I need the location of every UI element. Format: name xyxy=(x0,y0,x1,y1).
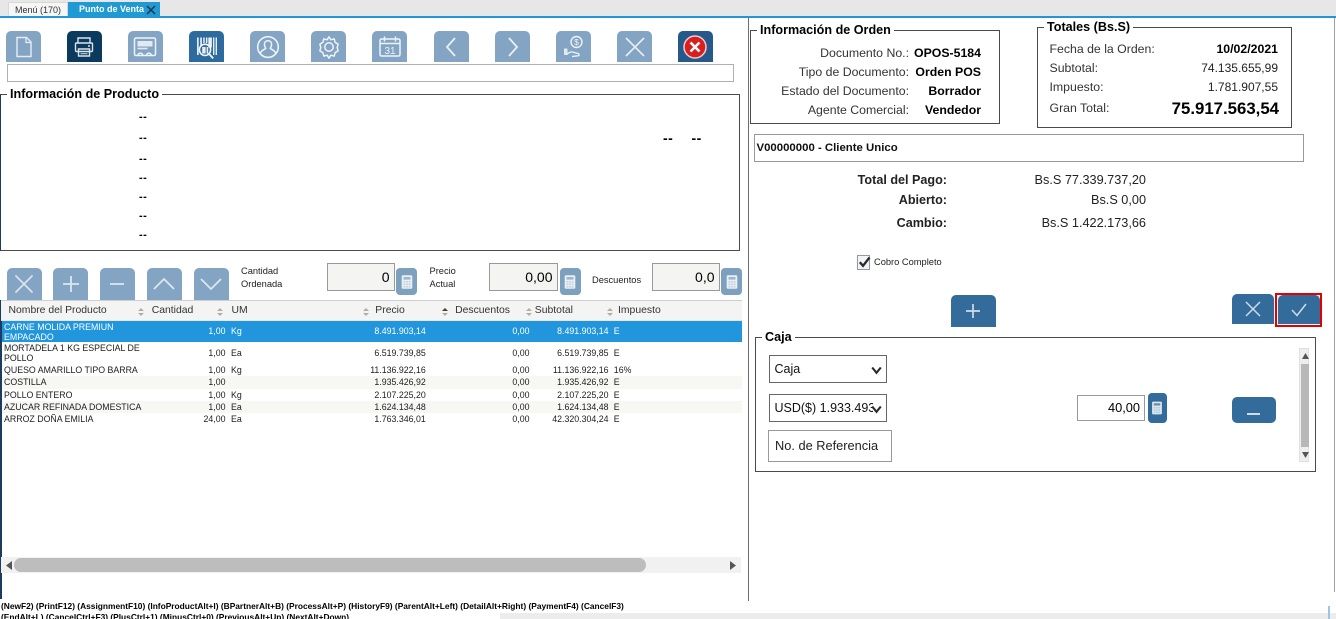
svg-text:31: 31 xyxy=(384,46,396,57)
svg-text:$: $ xyxy=(574,37,579,47)
